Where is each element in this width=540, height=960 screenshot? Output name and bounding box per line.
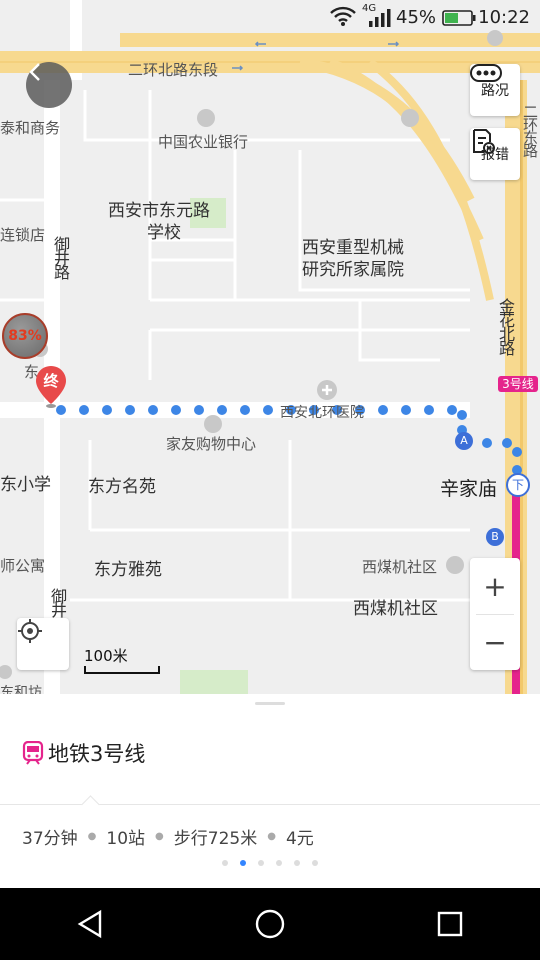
place-institute-line2: 研究所家属院: [302, 260, 404, 280]
route-panel[interactable]: 地铁3号线 37分钟 ● 10站 ● 步行725米 ● 4元: [0, 694, 540, 888]
zoom-out-button[interactable]: −: [470, 614, 520, 670]
subway-icon: [22, 741, 44, 765]
route-pager[interactable]: [0, 860, 540, 866]
route-stations: 10站: [106, 829, 146, 849]
route-walk: 步行725米: [173, 829, 258, 849]
zoom-in-button[interactable]: +: [470, 558, 520, 614]
panel-notch: [81, 795, 100, 814]
pager-dot[interactable]: [312, 860, 318, 866]
place-dongfang-mingyuan: 东方名苑: [88, 477, 156, 497]
pager-dot[interactable]: [294, 860, 300, 866]
metro-station-icon[interactable]: 下: [506, 473, 530, 497]
wifi-icon: [330, 6, 356, 30]
place-xmj-community: 西煤机社区: [353, 599, 438, 619]
signal-icon: [368, 8, 392, 32]
nav-home-icon[interactable]: [255, 909, 285, 939]
place-school-line2: 学校: [147, 223, 181, 243]
pager-dot[interactable]: [258, 860, 264, 866]
panel-drag-handle[interactable]: [255, 702, 285, 705]
end-marker[interactable]: 终: [34, 364, 68, 410]
place-xinjiamiao: 辛家庙: [440, 478, 498, 500]
locate-icon: [18, 619, 42, 643]
report-error-button[interactable]: 报错: [470, 128, 520, 180]
traffic-button[interactable]: 路况: [470, 64, 520, 116]
place-dongfang-yayuan: 东方雅苑: [94, 560, 162, 580]
system-nav-bar: [0, 888, 540, 960]
battery-percent: 45%: [396, 7, 437, 28]
metro-line-badge: 3号线: [498, 376, 538, 392]
clock: 10:22: [478, 7, 530, 28]
back-button[interactable]: [26, 62, 72, 108]
nav-back-icon[interactable]: [76, 909, 104, 939]
locate-button[interactable]: [17, 618, 69, 670]
map-view[interactable]: 二环北路东段 二环东路 泰和商务 中国农业银行 西安市东元路 学校 连锁店 御井…: [0, 0, 540, 694]
battery-icon: [442, 10, 476, 30]
road-label-yujing-lower: 御井: [48, 588, 67, 616]
map-base: [0, 0, 540, 694]
road-label-jinhua: 金花北路: [496, 298, 515, 354]
route-fare: 4元: [285, 829, 314, 849]
route-stats: 37分钟 ● 10站 ● 步行725米 ● 4元: [22, 824, 314, 849]
end-marker-label: 终: [43, 372, 59, 390]
percent-badge: 83%: [2, 313, 48, 359]
scale-bar: 100米: [84, 645, 160, 674]
place-apartment: 师公寓: [0, 557, 46, 575]
exit-a-marker[interactable]: A: [455, 432, 473, 450]
place-abc-bank: 中国农业银行: [158, 133, 249, 151]
pager-dot-active[interactable]: [240, 860, 246, 866]
place-chain-store: 连锁店: [0, 226, 46, 244]
place-jiayou: 家友购物中心: [166, 435, 257, 453]
route-title-row: 地铁3号线: [22, 738, 145, 768]
road-label-ring-vertical: 二环东路: [521, 104, 539, 156]
road-label-yujing: 御井路: [51, 236, 70, 278]
place-taihe: 泰和商务: [0, 119, 61, 137]
pager-dot[interactable]: [276, 860, 282, 866]
report-icon: [473, 129, 495, 154]
traffic-icon: [470, 64, 502, 82]
status-bar: 4G 45% 10:22: [0, 0, 540, 36]
exit-b-marker[interactable]: B: [486, 528, 504, 546]
nav-recents-icon[interactable]: [436, 910, 464, 938]
pager-dot[interactable]: [222, 860, 228, 866]
place-partial-bottom: 东和坊: [0, 685, 42, 694]
percent-badge-text: 83%: [8, 328, 42, 344]
route-duration: 37分钟: [22, 829, 78, 849]
zoom-control: + −: [470, 558, 520, 670]
road-label-ring: 二环北路东段: [128, 61, 219, 79]
scale-label: 100米: [84, 647, 128, 665]
place-primary-school: 东小学: [0, 475, 51, 495]
place-xmj-community-poi: 西煤机社区: [362, 558, 438, 576]
place-hospital: 西安北环医院: [280, 405, 364, 421]
back-icon: [29, 63, 40, 81]
traffic-label: 路况: [481, 83, 509, 99]
route-title: 地铁3号线: [48, 742, 146, 766]
